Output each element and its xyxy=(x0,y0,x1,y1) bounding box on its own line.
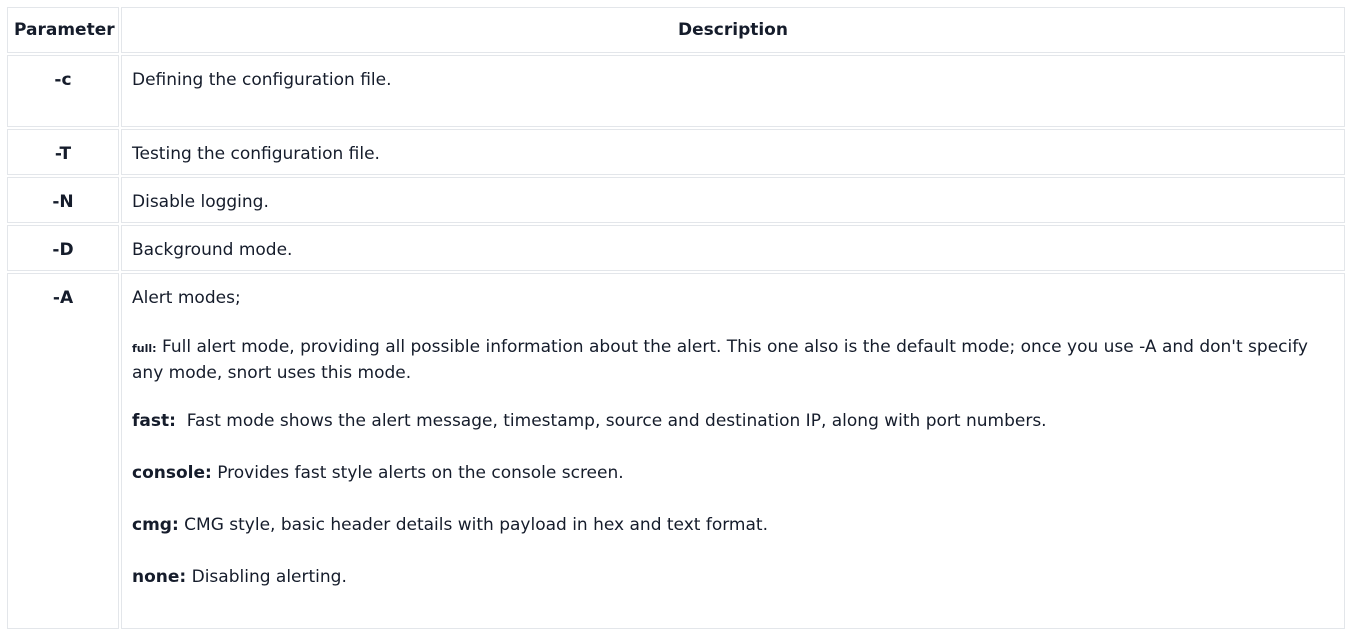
header-description: Description xyxy=(121,7,1345,53)
description-cell: Background mode. xyxy=(121,225,1345,271)
param-cell: -A xyxy=(7,273,119,629)
table-row: -N Disable logging. xyxy=(7,177,1345,223)
alert-modes-intro: Alert modes; xyxy=(132,288,241,308)
description-cell: Testing the configuration file. xyxy=(121,129,1345,175)
table-row: -c Defining the configuration file. xyxy=(7,55,1345,127)
alert-mode-cmg: cmg: CMG style, basic header details wit… xyxy=(132,513,1334,537)
table-header-row: Parameter Description xyxy=(7,7,1345,53)
mode-text: Disabling alerting. xyxy=(186,567,347,587)
alert-mode-console: console: Provides fast style alerts on t… xyxy=(132,461,1334,485)
mode-text: Fast mode shows the alert message, times… xyxy=(175,411,1047,431)
mode-text: Provides fast style alerts on the consol… xyxy=(211,463,624,483)
mode-name: cmg: xyxy=(132,515,179,535)
mode-name: none: xyxy=(132,567,187,587)
description-cell: Disable logging. xyxy=(121,177,1345,223)
param-cell: -c xyxy=(7,55,119,127)
mode-text: CMG style, basic header details with pay… xyxy=(178,515,768,535)
mode-name: full: xyxy=(132,342,157,355)
mode-name: fast: xyxy=(132,411,176,431)
description-cell-alert-modes: Alert modes; full: Full alert mode, prov… xyxy=(121,273,1345,629)
description-cell: Defining the configuration file. xyxy=(121,55,1345,127)
alert-mode-none: none: Disabling alerting. xyxy=(132,565,1334,589)
table-row: -D Background mode. xyxy=(7,225,1345,271)
param-cell: -D xyxy=(7,225,119,271)
table-row: -A Alert modes; full: Full alert mode, p… xyxy=(7,273,1345,629)
mode-text: Full alert mode, providing all possible … xyxy=(132,337,1308,383)
param-cell: -N xyxy=(7,177,119,223)
alert-mode-fast: fast: Fast mode shows the alert message,… xyxy=(132,409,1334,433)
mode-name: console: xyxy=(132,463,212,483)
parameters-table: Parameter Description -c Defining the co… xyxy=(5,5,1347,631)
table-row: -T Testing the configuration file. xyxy=(7,129,1345,175)
param-cell: -T xyxy=(7,129,119,175)
header-parameter: Parameter xyxy=(7,7,119,53)
alert-mode-full: full: Full alert mode, providing all pos… xyxy=(132,335,1334,385)
